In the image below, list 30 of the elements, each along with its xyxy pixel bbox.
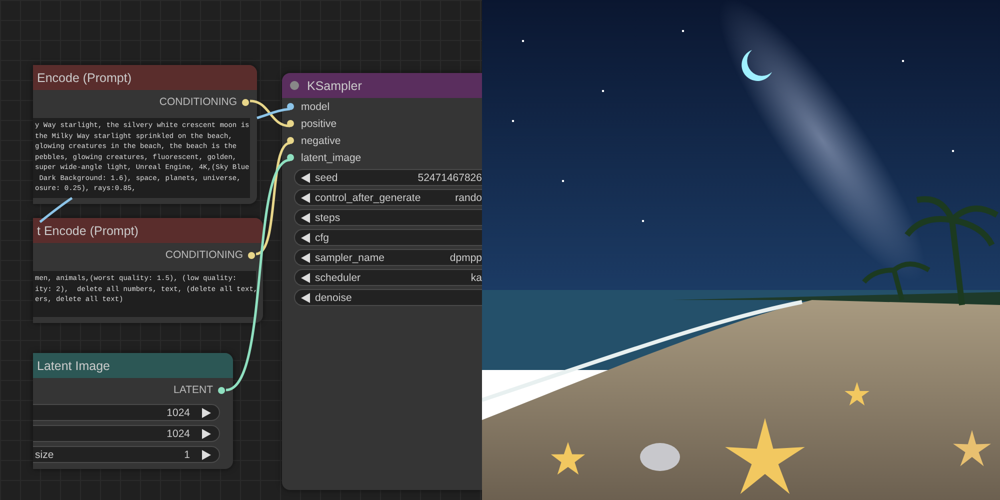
input-label: negative: [301, 134, 341, 146]
output-socket-icon[interactable]: [242, 98, 249, 106]
parameter-widget[interactable]: sampler_name dpmpp: [294, 249, 482, 266]
node-title: t Encode (Prompt): [37, 224, 138, 238]
collapse-dot-icon[interactable]: [290, 81, 299, 90]
parameter-widget[interactable]: steps: [294, 209, 482, 226]
number-widget[interactable]: 1024: [33, 404, 220, 421]
input-label: model: [301, 100, 330, 112]
number-widget[interactable]: 1024: [33, 425, 220, 442]
node-title: KSampler: [307, 78, 362, 92]
parameter-widget[interactable]: seed 52471467826: [294, 169, 482, 186]
input-label: latent_image: [301, 152, 362, 164]
output-socket-icon[interactable]: [248, 252, 255, 258]
output-label: LATENT: [174, 384, 213, 396]
parameter-widget[interactable]: cfg: [294, 229, 482, 246]
output-label: CONDITIONING: [159, 96, 237, 108]
output-label: CONDITIONING: [165, 249, 243, 261]
parameter-widget[interactable]: scheduler ka: [294, 269, 482, 286]
node-title: Latent Image: [37, 358, 110, 372]
input-socket-icon[interactable]: [287, 137, 294, 144]
number-widget[interactable]: size 1: [33, 446, 220, 463]
output-socket-icon[interactable]: [218, 386, 225, 394]
increment-arrow-icon: [202, 450, 211, 460]
link-wire: [39, 196, 73, 223]
parameter-widget[interactable]: denoise: [294, 289, 482, 306]
increment-arrow-icon: [202, 428, 211, 438]
node-title: Encode (Prompt): [37, 70, 132, 84]
parameter-widget[interactable]: control_after_generate rando: [294, 189, 482, 206]
input-label: positive: [301, 118, 337, 130]
increment-arrow-icon: [202, 408, 211, 418]
